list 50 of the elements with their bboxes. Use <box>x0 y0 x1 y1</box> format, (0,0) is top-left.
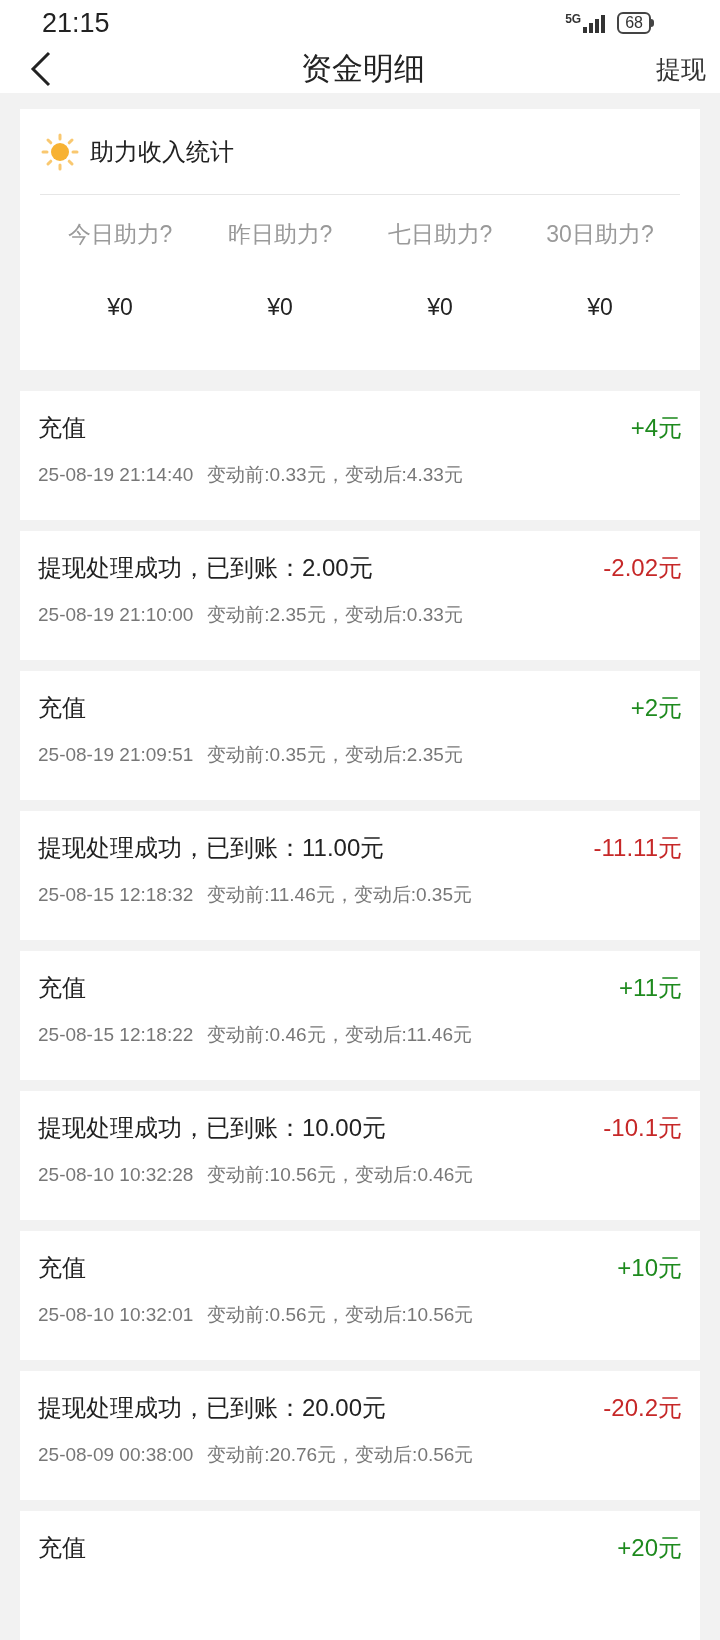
record-time: 25-08-19 21:10:00 <box>38 603 194 627</box>
record-time: 25-08-19 21:09:51 <box>38 743 194 767</box>
page-title: 资金明细 <box>301 50 425 89</box>
record-detail: 变动前:2.35元，变动后:0.33元 <box>207 603 463 627</box>
record-title: 提现处理成功，已到账：20.00元 <box>38 1393 387 1423</box>
stat-label: 今日助力? <box>67 220 173 249</box>
record-time: 25-08-10 10:32:28 <box>38 1163 194 1187</box>
record-title: 提现处理成功，已到账：10.00元 <box>38 1113 387 1143</box>
record-title: 充值 <box>38 973 86 1003</box>
status-time: 21:15 <box>42 6 110 40</box>
record-time: 25-08-10 10:32:01 <box>38 1303 194 1327</box>
record-amount: +2元 <box>630 693 682 723</box>
record-time: 25-08-19 21:14:40 <box>38 463 194 487</box>
record-amount: -20.2元 <box>603 1393 682 1423</box>
record-amount: -11.11元 <box>593 833 682 863</box>
record-title: 提现处理成功，已到账：2.00元 <box>38 553 373 583</box>
record-amount: -2.02元 <box>603 553 682 583</box>
sun-icon <box>40 131 80 172</box>
stat-label: 七日助力? <box>387 220 493 249</box>
record-detail: 变动前:0.35元，变动后:2.35元 <box>207 743 463 767</box>
withdraw-link[interactable]: 提现 <box>656 50 706 89</box>
stats-title: 助力收入统计 <box>90 136 234 167</box>
record-title: 充值 <box>38 693 86 723</box>
record-time: 25-08-09 00:38:00 <box>38 1443 194 1467</box>
stat-label: 30日助力? <box>546 220 654 249</box>
record-title: 充值 <box>38 1253 86 1283</box>
record-time: 25-08-15 12:18:22 <box>38 1023 194 1047</box>
record-amount: +11元 <box>619 973 682 1003</box>
stat-value: ¥0 <box>107 292 133 322</box>
stat-value: ¥0 <box>587 292 613 322</box>
record-title: 充值 <box>38 413 86 443</box>
record-amount: +4元 <box>630 413 682 443</box>
record-amount: +20元 <box>617 1533 682 1563</box>
record-detail: 变动前:0.33元，变动后:4.33元 <box>207 463 463 487</box>
stat-value: ¥0 <box>427 292 453 322</box>
record-title: 充值 <box>38 1533 86 1563</box>
record-detail: 变动前:10.56元，变动后:0.46元 <box>207 1163 474 1187</box>
network-label: 5G <box>565 12 582 25</box>
battery-level: 68 <box>617 11 651 34</box>
record-amount: -10.1元 <box>603 1113 682 1143</box>
record-detail: 变动前:0.56元，变动后:10.56元 <box>207 1303 474 1327</box>
stat-label: 昨日助力? <box>227 220 333 249</box>
record-title: 提现处理成功，已到账：11.00元 <box>38 833 385 863</box>
record-detail: 变动前:20.76元，变动后:0.56元 <box>207 1443 474 1467</box>
record-time: 25-08-15 12:18:32 <box>38 883 194 907</box>
back-icon <box>30 51 52 88</box>
stat-value: ¥0 <box>267 292 293 322</box>
record-detail: 变动前:11.46元，变动后:0.35元 <box>207 883 472 907</box>
record-amount: +10元 <box>617 1253 682 1283</box>
record-detail: 变动前:0.46元，变动后:11.46元 <box>207 1023 472 1047</box>
